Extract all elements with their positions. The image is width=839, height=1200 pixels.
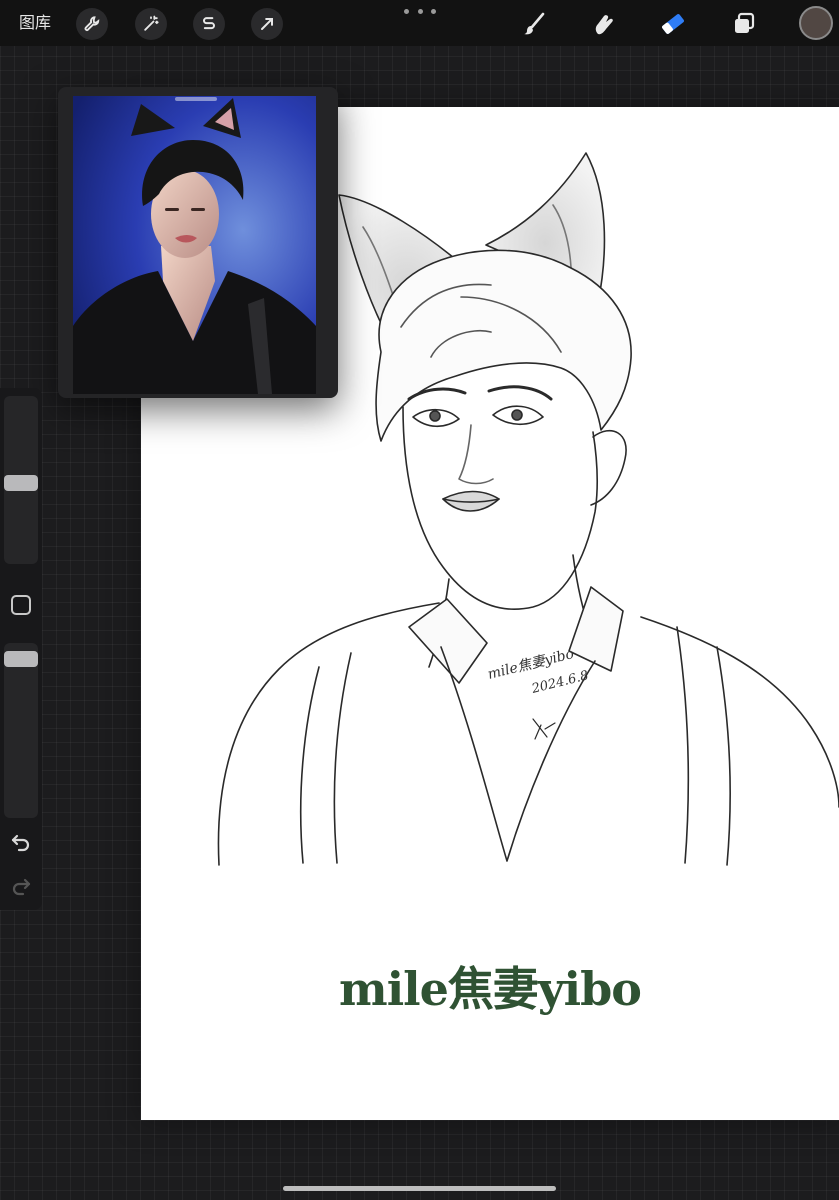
gallery-button[interactable]: 图库	[19, 12, 51, 34]
opacity-slider[interactable]	[4, 643, 38, 818]
brush-icon[interactable]	[518, 7, 552, 41]
reference-window[interactable]	[58, 87, 338, 398]
canvas-caption-text: mile焦妻yibo	[339, 962, 642, 1016]
selection-icon[interactable]	[193, 8, 225, 40]
home-indicator[interactable]	[283, 1186, 556, 1191]
undo-icon[interactable]	[9, 830, 33, 854]
reference-photo	[73, 96, 316, 394]
modify-button[interactable]	[11, 595, 31, 615]
redo-icon[interactable]	[9, 874, 33, 898]
color-picker-button[interactable]	[799, 6, 833, 40]
more-options-icon[interactable]	[404, 4, 436, 18]
brush-size-slider-thumb[interactable]	[4, 475, 38, 492]
magic-wand-icon[interactable]	[135, 8, 167, 40]
reference-drag-handle[interactable]	[175, 97, 217, 101]
top-toolbar: 图库	[0, 0, 839, 46]
smudge-icon[interactable]	[586, 7, 620, 41]
opacity-slider-thumb[interactable]	[4, 650, 38, 667]
signature-date: 2024.6.8	[529, 668, 590, 697]
left-sidebar	[0, 388, 42, 910]
layers-icon[interactable]	[727, 7, 761, 41]
wrench-icon[interactable]	[76, 8, 108, 40]
eraser-icon[interactable]	[656, 7, 690, 41]
transform-arrow-icon[interactable]	[251, 8, 283, 40]
